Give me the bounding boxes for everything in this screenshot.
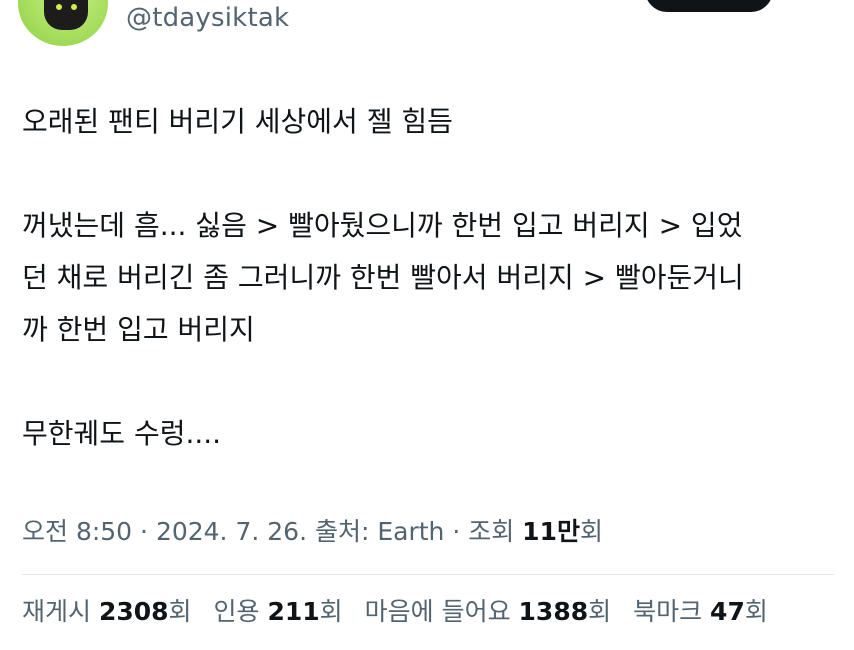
tweet-date[interactable]: 2024. 7. 26. [156,517,307,546]
cat-eye-right [71,4,77,10]
likes-count: 1388 [518,597,589,626]
tweet-line: 까 한번 입고 버리지 [22,313,255,346]
tweet-detail-view: @tdaysiktak 오래된 팬티 버리기 세상에서 젤 힘듬 꺼냈는데 흠.… [0,0,854,650]
bookmarks-suffix: 회 [744,597,768,626]
retweets-label: 재게시 [22,597,99,626]
quotes-suffix: 회 [319,597,343,626]
bookmarks-label: 북마크 [633,597,711,626]
retweets-suffix: 회 [168,597,192,626]
quotes-count: 211 [267,597,320,626]
meta-separator: · [444,517,469,546]
author-handle[interactable]: @tdaysiktak [126,3,289,33]
tweet-stats: 재게시 2308회 인용 211회 마음에 들어요 1388회 북마크 47회 [22,592,782,628]
meta-separator: · [132,517,156,546]
black-cat-avatar-icon [44,0,88,30]
tweet-line: 꺼냈는데 흠... 싫음 > 빨아뒀으니까 한번 입고 버리지 > 입었 [22,209,743,242]
tweet-line: 오래된 팬티 버리기 세상에서 젤 힘듬 [22,105,453,138]
divider [22,574,834,575]
retweets-stat[interactable]: 재게시 2308회 [22,597,192,626]
tweet-meta: 오전 8:50 · 2024. 7. 26. 출처: Earth · 조회 11… [22,512,603,548]
likes-stat[interactable]: 마음에 들어요 1388회 [365,597,612,626]
follow-button[interactable] [645,0,773,12]
tweet-source: 출처: Earth [307,517,445,546]
bookmarks-count: 47 [710,597,745,626]
cat-eye-left [56,4,62,10]
tweet-line: 무한궤도 수렁.... [22,417,222,450]
quotes-label: 인용 [213,597,268,626]
quotes-stat[interactable]: 인용 211회 [214,597,343,626]
tweet-line: 던 채로 버리긴 좀 그러니까 한번 빨아서 버리지 > 빨아둔거니 [22,261,744,294]
author-avatar[interactable] [18,0,108,46]
views-suffix: 회 [579,517,603,546]
likes-label: 마음에 들어요 [364,597,519,626]
views-label: 조회 [468,517,523,546]
views-count[interactable]: 11만 [522,517,580,546]
tweet-time[interactable]: 오전 8:50 [22,517,132,546]
likes-suffix: 회 [588,597,612,626]
bookmarks-stat[interactable]: 북마크 47회 [633,597,768,626]
retweets-count: 2308 [98,597,169,626]
tweet-text: 오래된 팬티 버리기 세상에서 젤 힘듬 꺼냈는데 흠... 싫음 > 빨아뒀으… [22,96,834,460]
